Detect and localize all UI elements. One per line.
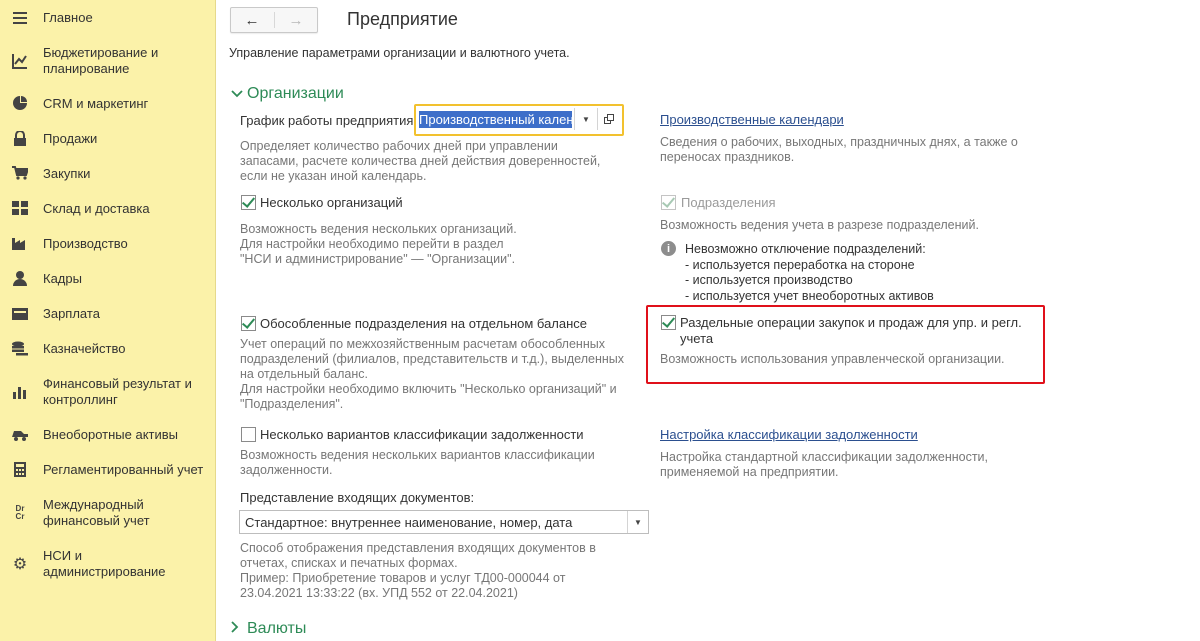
production-calendars-hint: Сведения о рабочих, выходных, праздничны… <box>660 135 1018 164</box>
sidebar-item-label: Производство <box>43 236 128 251</box>
arrow-right-icon: → <box>288 11 304 29</box>
sidebar-item-sales[interactable]: Продажи <box>0 129 215 149</box>
sidebar-item-label: Зарплата <box>43 306 100 321</box>
sidebar-item-label: НСИ и администрирование <box>43 548 166 579</box>
debt-classification-hint: Настройка стандартной классификации задо… <box>660 450 989 479</box>
forward-button[interactable]: → <box>275 8 317 32</box>
wallet-icon <box>12 306 28 322</box>
separate-balance-checkbox[interactable] <box>241 316 256 331</box>
departments-checkbox <box>661 195 676 210</box>
truck-icon <box>12 426 28 442</box>
sidebar-item-treasury[interactable]: Казначейство <box>0 339 215 359</box>
calculator-icon <box>12 461 28 477</box>
person-icon <box>12 270 28 286</box>
incoming-docs-hint: Способ отображения представления входящи… <box>240 541 596 600</box>
page-title: Предприятие <box>347 9 458 29</box>
arrow-left-icon: ← <box>244 11 260 29</box>
sidebar-item-label: CRM и маркетинг <box>43 96 149 111</box>
main-panel: ← → Предприятие Управление параметрами о… <box>216 0 1200 641</box>
separate-ops-label[interactable]: Раздельные операции закупок и продаж для… <box>680 315 1022 347</box>
sidebar-item-regulated[interactable]: Регламентированный учет <box>0 460 215 480</box>
debt-variants-label[interactable]: Несколько вариантов классификации задолж… <box>260 427 584 442</box>
production-calendars-link[interactable]: Производственные календари <box>660 112 844 127</box>
bar-chart-icon <box>12 384 28 400</box>
departments-label: Подразделения <box>681 195 776 210</box>
sidebar-item-label: Кадры <box>43 271 82 286</box>
sidebar-item-label: Склад и доставка <box>43 201 150 216</box>
incoming-docs-select[interactable]: Стандартное: внутреннее наименование, но… <box>239 510 649 534</box>
multi-org-checkbox[interactable] <box>241 195 256 210</box>
menu-icon <box>12 10 28 26</box>
sidebar-item-fixed-assets[interactable]: Внеоборотные активы <box>0 425 215 445</box>
warehouse-icon <box>12 200 28 216</box>
sidebar-item-label: Закупки <box>43 166 91 181</box>
page-subtitle: Управление параметрами организации и вал… <box>229 46 570 60</box>
chart-icon <box>12 53 28 69</box>
section-organizations[interactable]: Организации <box>231 85 344 103</box>
sidebar-item-crm[interactable]: CRM и маркетинг <box>0 94 215 114</box>
factory-icon <box>12 235 28 251</box>
coins-icon <box>12 340 28 356</box>
section-title: Организации <box>247 85 344 102</box>
sidebar: Главное Бюджетирование и планирование CR… <box>0 0 216 641</box>
sidebar-item-purchases[interactable]: Закупки <box>0 164 215 184</box>
incoming-docs-value: Стандартное: внутреннее наименование, но… <box>245 515 573 530</box>
sidebar-item-main[interactable]: Главное <box>0 8 215 28</box>
schedule-value: Производственный кален <box>419 111 572 128</box>
sidebar-item-label: Бюджетирование и планирование <box>43 45 159 76</box>
multi-org-hint: Возможность ведения нескольких организац… <box>240 222 517 266</box>
cart-icon <box>12 165 28 181</box>
section-currencies[interactable]: Валюты <box>231 620 306 638</box>
sidebar-item-label: Внеоборотные активы <box>43 427 179 442</box>
lock-icon <box>12 130 28 146</box>
section-title: Валюты <box>247 620 307 637</box>
sidebar-item-label: Главное <box>43 10 93 25</box>
separate-balance-label[interactable]: Обособленные подразделения на отдельном … <box>260 316 587 331</box>
gear-icon: ⚙ <box>12 556 28 573</box>
multi-org-label[interactable]: Несколько организаций <box>260 195 403 210</box>
debt-classification-link[interactable]: Настройка классификации задолженности <box>660 427 918 442</box>
sidebar-item-salary[interactable]: Зарплата <box>0 304 215 324</box>
sidebar-item-label: Международный финансовый учет <box>43 497 150 528</box>
chevron-down-icon <box>231 85 247 103</box>
debt-variants-hint: Возможность ведения нескольких вариантов… <box>240 448 595 477</box>
dropdown-arrow-icon[interactable]: ▼ <box>627 511 648 533</box>
separate-ops-hint: Возможность использования управленческой… <box>660 352 1005 366</box>
dr-cr-icon: Dr Cr <box>15 504 25 521</box>
sidebar-item-budgeting[interactable]: Бюджетирование и планирование <box>0 43 215 79</box>
sidebar-item-warehouse[interactable]: Склад и доставка <box>0 199 215 219</box>
sidebar-item-production[interactable]: Производство <box>0 234 215 254</box>
incoming-docs-label: Представление входящих документов: <box>240 490 475 505</box>
chevron-right-icon <box>231 620 247 638</box>
sidebar-item-finresult[interactable]: Финансовый результат и контроллинг <box>0 374 215 410</box>
debt-variants-checkbox[interactable] <box>241 427 256 442</box>
separate-balance-hint: Учет операций по межхозяйственным расчет… <box>240 337 625 411</box>
dropdown-arrow-icon[interactable]: ▼ <box>574 108 597 130</box>
separate-ops-checkbox[interactable] <box>661 315 676 330</box>
departments-info: Невозможно отключение подразделений: - и… <box>685 242 934 303</box>
schedule-field[interactable]: Производственный кален ▼ <box>414 104 624 136</box>
sidebar-item-label: Финансовый результат и контроллинг <box>43 376 192 407</box>
schedule-hint: Определяет количество рабочих дней при у… <box>240 139 601 183</box>
sidebar-item-label: Казначейство <box>43 341 126 356</box>
sidebar-item-ifrs[interactable]: Dr Cr Международный финансовый учет <box>0 495 215 531</box>
back-button[interactable]: ← <box>231 8 273 32</box>
departments-hint: Возможность ведения учета в разрезе подр… <box>660 218 979 232</box>
info-icon: i <box>661 241 676 256</box>
sidebar-item-label: Регламентированный учет <box>43 462 204 477</box>
sidebar-item-hr[interactable]: Кадры <box>0 269 215 289</box>
sidebar-item-admin[interactable]: ⚙ НСИ и администрирование <box>0 546 215 582</box>
sidebar-item-label: Продажи <box>43 131 98 146</box>
pie-icon <box>12 95 28 111</box>
history-nav: ← → <box>230 7 318 33</box>
schedule-label: График работы предприятия: <box>240 113 418 128</box>
open-icon[interactable] <box>597 108 620 130</box>
